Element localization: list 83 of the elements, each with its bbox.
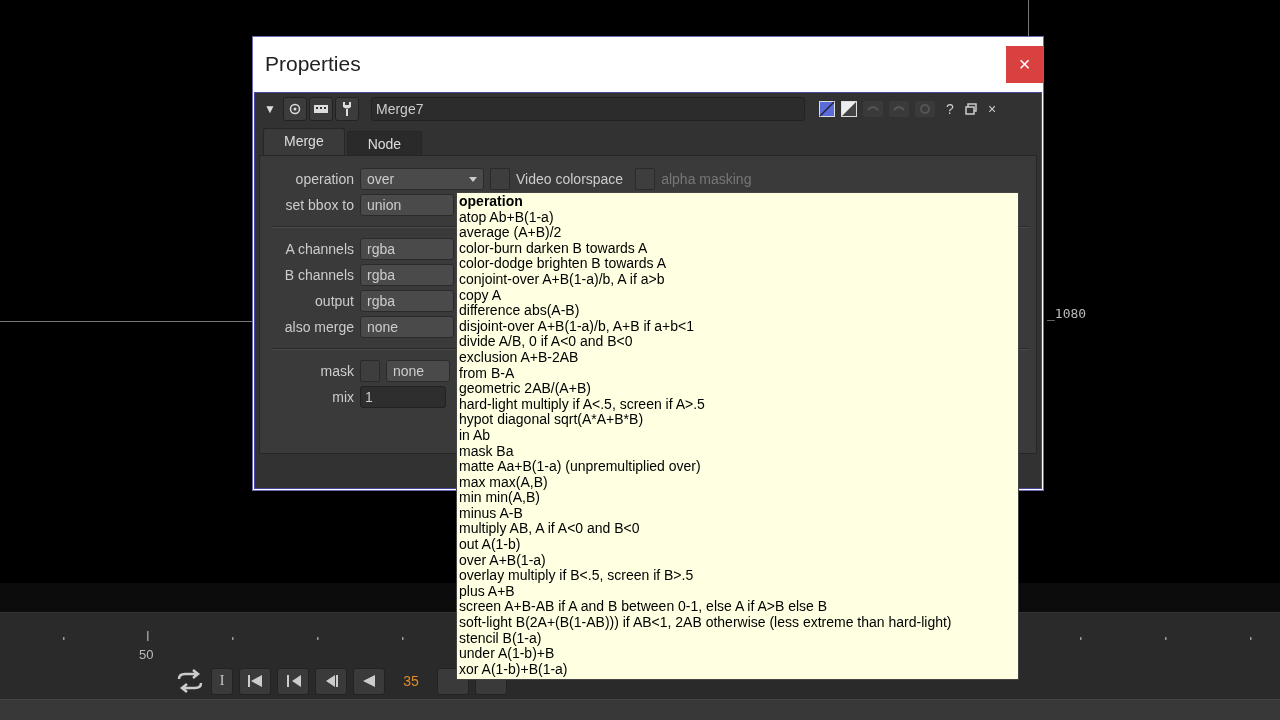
mask-dropdown[interactable]: none — [386, 360, 450, 382]
wrench-icon — [341, 101, 353, 117]
field-label: mix — [331, 389, 354, 405]
help-button[interactable]: ? — [941, 101, 959, 117]
prev-key-button[interactable] — [277, 667, 309, 695]
tooltip-line: exclusion A+B-2AB — [459, 349, 580, 366]
tooltip-line: xor A(1-b)+B(1-a) — [459, 661, 569, 678]
key-back-icon — [285, 675, 301, 687]
loop-icon[interactable] — [175, 669, 205, 693]
field-label: B channels — [283, 267, 354, 283]
tick-label: 50 — [139, 647, 154, 662]
bbox-dropdown[interactable]: union — [360, 194, 454, 216]
tooltip-title: operation — [459, 194, 524, 210]
dialog-title: Properties — [265, 52, 361, 76]
operation-dropdown[interactable]: over — [360, 168, 484, 190]
tooltip-line: under A(1-b)+B — [459, 646, 556, 662]
tooltip-line: minus A-B — [459, 505, 523, 522]
step-back-icon — [324, 675, 338, 687]
tooltip-line: color-burn darken B towards A — [459, 240, 649, 257]
checkbox-label: Video colorspace — [516, 171, 624, 187]
tooltip-line: atop Ab+B(1-a) — [459, 209, 555, 226]
tooltip-line: soft-light B(2A+(B(1-AB))) if AB<1, 2AB otherwise (less extreme than hard-light) — [459, 615, 953, 631]
tooltip-line: min min(A,B) — [459, 490, 540, 506]
skip-back-icon — [248, 675, 262, 687]
mix-field[interactable]: 1 — [360, 386, 446, 408]
tooltip-line: over A+B(1-a) — [459, 552, 547, 569]
tooltip-line: max max(A,B) — [459, 474, 548, 491]
field-label: A channels — [284, 241, 354, 257]
tab[interactable]: Merge — [263, 128, 345, 155]
film-icon — [314, 104, 328, 114]
tooltip-line: difference abs(A-B) — [459, 303, 581, 319]
node-name-field[interactable]: Merge7 — [371, 97, 805, 121]
tooltip-line: from B-A — [459, 365, 516, 382]
first-frame-button[interactable] — [239, 667, 271, 695]
tooltip-line: out A(1-b) — [459, 537, 522, 553]
color-swatch-icon — [819, 101, 835, 117]
play-backward-button[interactable] — [353, 667, 385, 695]
field-label: also merge — [283, 319, 354, 335]
close-button[interactable]: × — [1006, 45, 1043, 83]
format-label: _1080 — [1047, 306, 1087, 321]
tooltip-line: average (A+B)/2 — [459, 225, 563, 241]
channel-dropdown[interactable]: rgba — [360, 264, 454, 286]
tooltip-line: in Ab — [459, 427, 491, 444]
redo-icon — [889, 101, 909, 117]
float-icon — [965, 103, 977, 115]
tooltip-line: geometric 2AB/(A+B) — [459, 381, 592, 397]
circle-icon — [289, 103, 301, 115]
tooltip-line: divide A/B, 0 if A<0 and B<0 — [459, 334, 634, 350]
tooltip-line: overlay multiply if B<.5, screen if B>.5 — [459, 568, 695, 584]
field-label: set bbox to — [284, 197, 354, 213]
color-swatch-icon — [841, 101, 857, 117]
tooltip-line: copy A — [459, 287, 502, 304]
tooltip-line: hypot diagonal sqrt(A*A+B*B) — [459, 412, 645, 428]
tooltip-line: multiply AB, A if A<0 and B<0 — [459, 521, 641, 538]
undo-icon — [863, 101, 883, 117]
panel-close-button[interactable]: × — [983, 101, 1001, 117]
tooltip-line: disjoint-over A+B(1-a)/b, A+B if a+b<1 — [459, 318, 696, 335]
channel-dropdown[interactable]: rgba — [360, 238, 454, 260]
settings-button[interactable] — [335, 97, 359, 121]
tooltip-line: conjoint-over A+B(1-a)/b, A if a>b — [459, 271, 666, 288]
tab[interactable]: Node — [346, 131, 423, 155]
viewer-button[interactable] — [283, 97, 307, 121]
in-point-button[interactable]: I — [211, 667, 233, 695]
tooltip-line: mask Ba — [459, 443, 515, 460]
step-back-button[interactable] — [315, 667, 347, 695]
channel-dropdown[interactable]: rgba — [360, 290, 454, 312]
frame-number[interactable]: 35 — [391, 673, 431, 689]
tooltip-line: screen A+B-AB if A and B between 0-1, else A if A>B else B — [459, 599, 829, 616]
field-label: output — [314, 293, 354, 309]
tooltip-line: stencil B(1-a) — [459, 630, 542, 647]
collapse-toggle[interactable]: ▼ — [259, 102, 281, 116]
checkbox-label: alpha masking — [661, 171, 752, 187]
tooltip-line: plus A+B — [459, 583, 515, 600]
clip-button[interactable] — [309, 97, 333, 121]
tooltip-line: matte Aa+B(1-a) (unpremultiplied over) — [459, 459, 702, 475]
field-label: operation — [294, 171, 354, 187]
revert-icon — [915, 101, 935, 117]
channel-dropdown[interactable]: none — [360, 316, 454, 338]
play-backward-icon — [363, 675, 375, 687]
caret-icon — [469, 176, 477, 182]
tooltip-line: hard-light multiply if A<.5, screen if A>.5 — [459, 396, 706, 413]
field-label: mask — [319, 363, 354, 379]
tooltip-line: color-dodge brighten B towards A — [459, 256, 667, 272]
